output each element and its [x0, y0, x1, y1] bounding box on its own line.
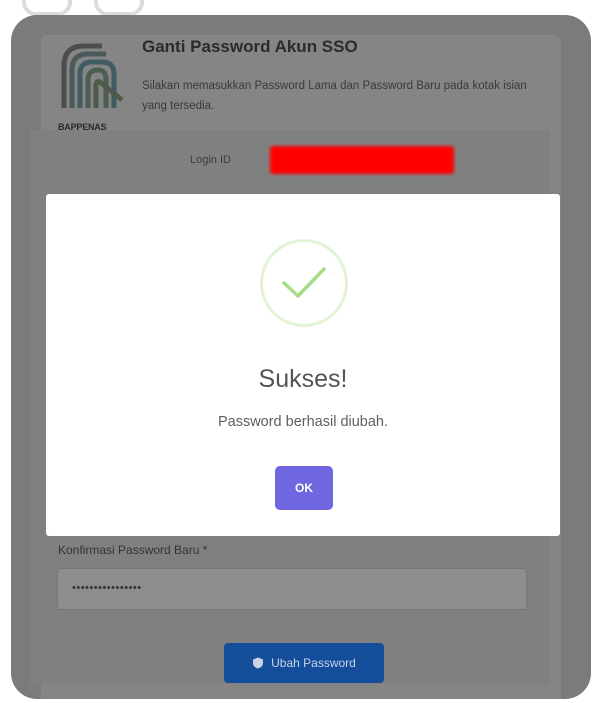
- confirm-password-value: ••••••••••••••••: [72, 582, 142, 594]
- login-id-label: Login ID: [190, 154, 231, 166]
- redacted-login-id: [270, 146, 454, 174]
- shield-icon: [253, 657, 264, 669]
- change-password-label: Ubah Password: [271, 656, 356, 670]
- dialog-title: Sukses!: [258, 365, 348, 393]
- confirm-password-field[interactable]: ••••••••••••••••: [57, 568, 527, 610]
- background-decoration: [22, 0, 152, 16]
- page-subtitle: Silakan memasukkan Password Lama dan Pas…: [142, 80, 527, 112]
- decor-shape: [94, 0, 144, 16]
- screen: BAPPENAS Ganti Password Akun SSO Silakan…: [0, 0, 597, 703]
- page-title: Ganti Password Akun SSO: [142, 37, 358, 56]
- confirm-password-label: Konfirmasi Password Baru *: [58, 543, 208, 557]
- success-icon-ring: [260, 239, 348, 327]
- check-icon: [282, 267, 326, 298]
- card-header: BAPPENAS Ganti Password Akun SSO Silakan…: [30, 20, 550, 132]
- bappenas-logo: BAPPENAS: [58, 36, 126, 132]
- change-password-button[interactable]: Ubah Password: [224, 643, 384, 683]
- dialog-message: Password berhasil diubah.: [217, 414, 389, 430]
- ok-button[interactable]: OK: [275, 466, 333, 510]
- success-dialog: Sukses! Password berhasil diubah. OK: [46, 194, 560, 536]
- bappenas-logo-icon: [61, 43, 124, 108]
- decor-shape: [22, 0, 72, 16]
